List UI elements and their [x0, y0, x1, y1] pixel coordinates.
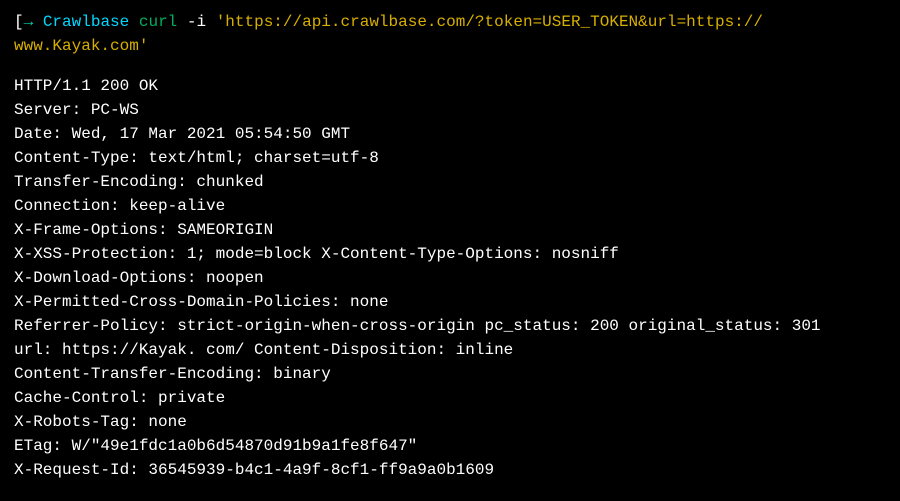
- command-name: curl: [139, 13, 177, 31]
- output-line: Server: PC-WS: [14, 98, 886, 122]
- command-flag: -i: [187, 13, 206, 31]
- output-line: X-Request-Id: 36545939-b4c1-4a9f-8cf1-ff…: [14, 458, 886, 482]
- terminal-prompt[interactable]: [→ Crawlbase curl -i 'https://api.crawlb…: [14, 10, 886, 58]
- output-line: Referrer-Policy: strict-origin-when-cros…: [14, 314, 886, 338]
- output-line: Content-Type: text/html; charset=utf-8: [14, 146, 886, 170]
- output-line: Connection: keep-alive: [14, 194, 886, 218]
- output-line: X-Robots-Tag: none: [14, 410, 886, 434]
- output-line: X-Download-Options: noopen: [14, 266, 886, 290]
- output-line: X-XSS-Protection: 1; mode=block X-Conten…: [14, 242, 886, 266]
- output-line: Content-Transfer-Encoding: binary: [14, 362, 886, 386]
- command-url-part1: 'https://api.crawlbase.com/?token=USER_T…: [216, 13, 763, 31]
- output-line: ETag: W/"49e1fdc1a0b6d54870d91b9a1fe8f64…: [14, 434, 886, 458]
- prompt-bracket: [: [14, 13, 24, 31]
- output-line: Transfer-Encoding: chunked: [14, 170, 886, 194]
- output-line: Cache-Control: private: [14, 386, 886, 410]
- terminal-output: HTTP/1.1 200 OK Server: PC-WS Date: Wed,…: [14, 74, 886, 482]
- output-line: HTTP/1.1 200 OK: [14, 74, 886, 98]
- output-line: X-Permitted-Cross-Domain-Policies: none: [14, 290, 886, 314]
- command-url-part2: www.Kayak.com': [14, 37, 148, 55]
- prompt-hostname: Crawlbase: [43, 13, 129, 31]
- output-line: Date: Wed, 17 Mar 2021 05:54:50 GMT: [14, 122, 886, 146]
- output-line: X-Frame-Options: SAMEORIGIN: [14, 218, 886, 242]
- output-line: url: https://Kayak. com/ Content-Disposi…: [14, 338, 886, 362]
- prompt-arrow: →: [24, 13, 34, 31]
